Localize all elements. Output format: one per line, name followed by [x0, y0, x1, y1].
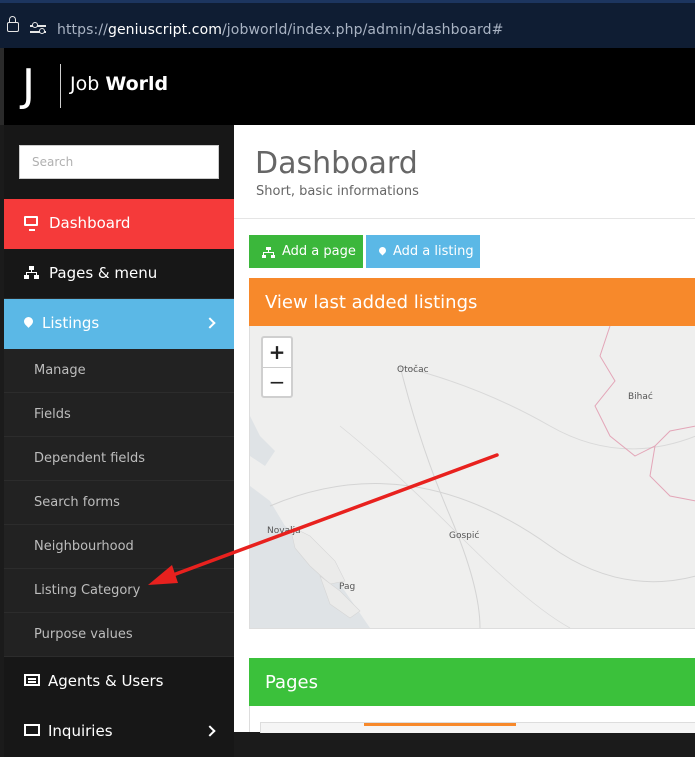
- logo-letter[interactable]: J: [22, 60, 35, 112]
- sidebar-item-label: Listings: [42, 314, 100, 332]
- pages-table: [260, 722, 695, 733]
- submenu-item-label: Fields: [34, 407, 71, 422]
- map-tiles[interactable]: [250, 326, 695, 628]
- listings-panel-header: View last added listings: [249, 278, 695, 326]
- listings-map[interactable]: + − Otočac Bihać Gospić Novalja Pag: [249, 326, 695, 629]
- app-header: J Job World: [0, 48, 695, 125]
- sidebar-search-input[interactable]: Search: [19, 145, 219, 179]
- sidebar-item-dashboard[interactable]: Dashboard: [4, 199, 234, 249]
- chevron-right-icon: [204, 317, 216, 329]
- button-label: Add a listing: [393, 244, 474, 259]
- sidebar-item-label: Inquiries: [48, 722, 113, 740]
- title-divider: [234, 218, 695, 219]
- submenu-item-search-forms[interactable]: Search forms: [4, 481, 234, 525]
- envelope-icon: [24, 724, 40, 736]
- map-label: Pag: [339, 582, 356, 592]
- map-label: Gospić: [449, 531, 480, 541]
- submenu-item-listing-category[interactable]: Listing Category: [4, 569, 234, 613]
- submenu-item-manage[interactable]: Manage: [4, 349, 234, 393]
- submenu-item-purpose-values[interactable]: Purpose values: [4, 613, 234, 657]
- submenu-item-fields[interactable]: Fields: [4, 393, 234, 437]
- submenu-item-dependent-fields[interactable]: Dependent fields: [4, 437, 234, 481]
- pages-panel-body: [249, 706, 695, 733]
- header-edge: [0, 48, 4, 125]
- main-content: Dashboard Short, basic informations Add …: [234, 125, 695, 733]
- logo-text[interactable]: Job World: [70, 73, 168, 95]
- url-text[interactable]: https://geniuscript.com/jobworld/index.p…: [57, 22, 503, 38]
- map-pin-icon: [377, 245, 388, 256]
- submenu-item-label: Listing Category: [34, 583, 141, 598]
- id-card-icon: [24, 674, 40, 686]
- sidebar-item-pages-menu[interactable]: Pages & menu: [4, 249, 234, 299]
- zoom-in-button[interactable]: +: [263, 338, 291, 368]
- sidebar-item-inquiries[interactable]: Inquiries: [4, 707, 234, 757]
- page-subtitle: Short, basic informations: [256, 184, 419, 199]
- sidebar-item-agents-users[interactable]: Agents & Users: [4, 657, 234, 707]
- lock-icon[interactable]: [7, 16, 19, 32]
- sitemap-icon: [262, 247, 275, 258]
- sidebar-item-label: Dashboard: [49, 214, 131, 232]
- add-listing-button[interactable]: Add a listing: [366, 235, 480, 268]
- submenu-item-neighbourhood[interactable]: Neighbourhood: [4, 525, 234, 569]
- map-label: Novalja: [267, 526, 301, 536]
- page-title: Dashboard: [255, 146, 418, 181]
- map-pin-icon: [22, 315, 35, 328]
- submenu-item-label: Manage: [34, 363, 86, 378]
- zoom-out-button[interactable]: −: [263, 368, 291, 397]
- pages-table-accent: [364, 723, 516, 726]
- submenu-item-label: Purpose values: [34, 627, 133, 642]
- chevron-right-icon: [204, 725, 216, 737]
- site-settings-icon[interactable]: [30, 22, 46, 35]
- sidebar-item-label: Agents & Users: [48, 672, 164, 690]
- map-label: Bihać: [628, 392, 653, 402]
- submenu-item-label: Search forms: [34, 495, 120, 510]
- map-label: Otočac: [397, 365, 429, 375]
- logo-divider: [60, 64, 61, 108]
- desktop-icon: [24, 216, 38, 231]
- sitemap-icon: [24, 266, 39, 279]
- submenu-item-label: Dependent fields: [34, 451, 146, 466]
- submenu-item-label: Neighbourhood: [34, 539, 134, 554]
- pages-panel-header: Pages: [249, 658, 695, 706]
- map-zoom-control: + −: [261, 336, 293, 398]
- panel-title: Pages: [265, 672, 318, 693]
- sidebar-item-label: Pages & menu: [49, 264, 158, 282]
- sidebar: Search Dashboard Pages & menu Listings M…: [4, 125, 234, 757]
- browser-url-bar[interactable]: https://geniuscript.com/jobworld/index.p…: [0, 0, 695, 48]
- add-page-button[interactable]: Add a page: [249, 235, 363, 268]
- panel-title: View last added listings: [265, 292, 478, 313]
- sidebar-item-listings[interactable]: Listings: [4, 299, 234, 349]
- button-label: Add a page: [282, 244, 356, 259]
